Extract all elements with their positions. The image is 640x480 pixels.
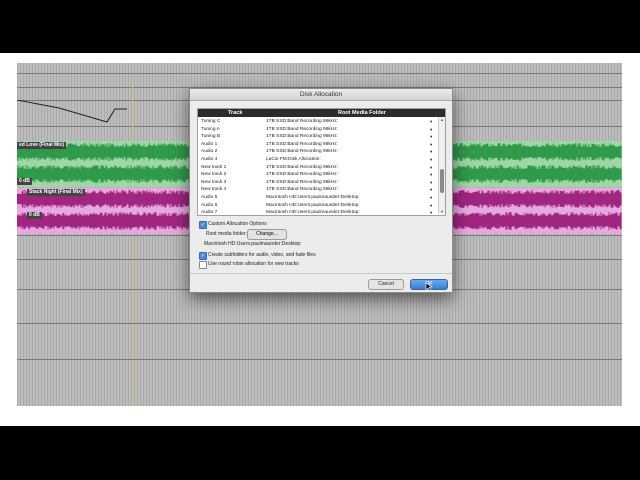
- track-allocation-table: Track Root Media Folder Tuning C 1TB SSD:…: [197, 108, 446, 216]
- clip-name: Stack Night (Final Mix): [27, 189, 85, 196]
- scrollbar-thumb[interactable]: [440, 169, 444, 193]
- track-divider: [17, 323, 622, 324]
- round-robin-label: Use round robin allocation for new track…: [208, 261, 299, 267]
- divider: [190, 273, 452, 274]
- table-row[interactable]: Audio 7 Macintosh HD:Users:paulmaunder:De…: [198, 209, 437, 216]
- scroll-up-icon[interactable]: ▲: [440, 117, 444, 122]
- column-header-track[interactable]: Track: [228, 109, 242, 117]
- dropdown-arrow-icon[interactable]: ▾: [430, 209, 432, 215]
- track-divider: [17, 359, 622, 360]
- create-subfolders-label: Create subfolders for audio, video, and …: [208, 252, 316, 258]
- disk-allocation-dialog: Disk Allocation Track Root Media Folder …: [189, 88, 453, 293]
- ruler-line: [17, 73, 622, 74]
- cancel-button[interactable]: Cancel: [368, 279, 404, 290]
- root-media-path: Macintosh HD:Users:paulmaunder:Desktop:: [204, 241, 302, 247]
- folder-path[interactable]: Macintosh HD:Users:paulmaunder:Desktop:: [266, 209, 360, 215]
- table-header: Track Root Media Folder: [198, 109, 445, 117]
- clip-gain-tag: 0 dB: [17, 178, 32, 185]
- letterbox-bottom: [0, 426, 640, 480]
- screen-area: ed Love (Final Mix) 0 dB Stack Night (Fi…: [0, 53, 640, 426]
- table-scrollbar[interactable]: ▲ ▼: [438, 117, 445, 214]
- track-name: Audio 7: [201, 210, 218, 216]
- mouse-pointer-icon: [425, 282, 433, 292]
- column-header-folder[interactable]: Root Media Folder: [338, 109, 386, 117]
- root-media-label: Root media folder:: [206, 231, 247, 237]
- automation-line[interactable]: [17, 100, 207, 126]
- create-subfolders-checkbox[interactable]: ✓: [199, 252, 207, 260]
- scroll-down-icon[interactable]: ▼: [440, 209, 444, 214]
- clip-gain-tag: 0 dB: [27, 212, 42, 219]
- round-robin-checkbox[interactable]: [199, 261, 207, 269]
- custom-allocation-checkbox[interactable]: ✓: [199, 221, 207, 229]
- custom-allocation-label: Custom Allocation Options: [208, 221, 267, 227]
- dialog-title[interactable]: Disk Allocation: [190, 89, 452, 101]
- clip-name: ed Love (Final Mix): [17, 142, 67, 149]
- change-button[interactable]: Change...: [247, 229, 287, 240]
